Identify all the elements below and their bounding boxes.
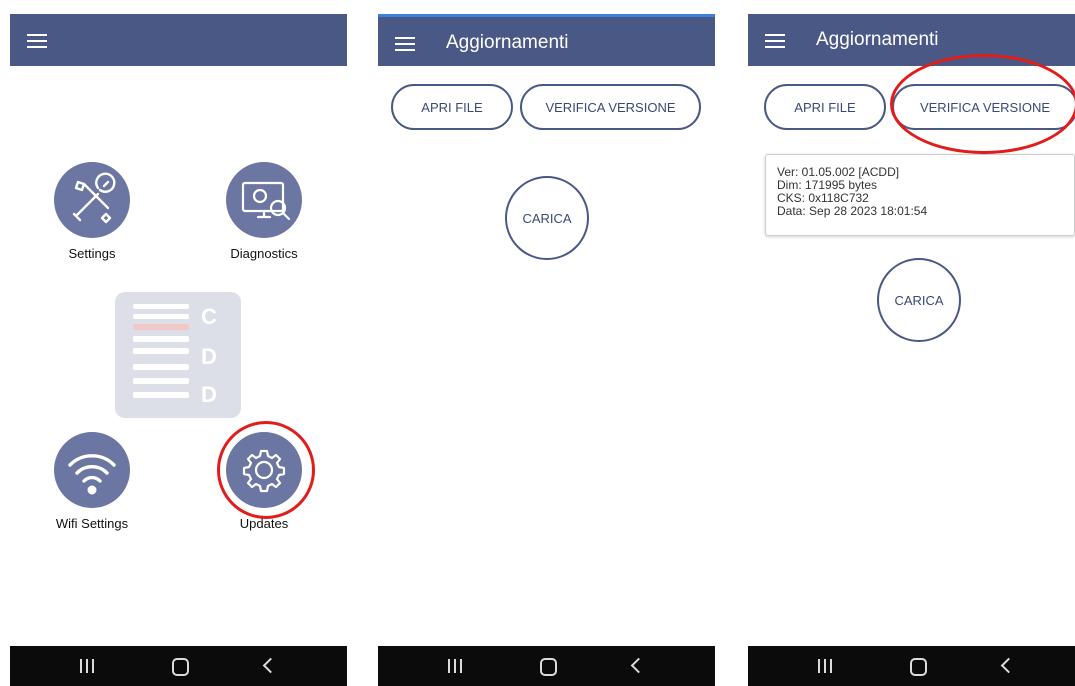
wifi-settings-label: Wifi Settings [55, 516, 129, 531]
home-icon[interactable] [910, 658, 927, 676]
highlight-circle [217, 421, 315, 519]
updates-version-screen: Aggiornamenti APRI FILE VERIFICA VERSION… [748, 14, 1075, 686]
svg-text:D: D [201, 382, 217, 407]
highlight-circle [890, 54, 1075, 154]
wifi-icon [54, 432, 130, 508]
load-button[interactable]: CARICA [505, 176, 589, 260]
hamburger-menu-icon[interactable] [27, 34, 47, 48]
recent-apps-icon[interactable] [818, 659, 832, 673]
svg-text:D: D [201, 344, 217, 369]
svg-text:C: C [201, 304, 217, 329]
tools-icon [54, 162, 130, 238]
system-nav-bar [10, 646, 347, 686]
updates-screen: Aggiornamenti APRI FILE VERIFICA VERSION… [378, 14, 715, 686]
diagnostics-label: Diagnostics [230, 246, 298, 261]
settings-label: Settings [68, 246, 116, 261]
acdd-logo: C D D [115, 292, 241, 418]
system-nav-bar [748, 646, 1075, 686]
version-info-card: Ver: 01.05.002 [ACDD] Dim: 171995 bytes … [765, 154, 1075, 236]
date-text: Data: Sep 28 2023 18:01:54 [777, 204, 928, 218]
app-bar: Aggiornamenti [748, 14, 1075, 66]
page-title: Aggiornamenti [446, 32, 569, 53]
home-icon[interactable] [540, 658, 557, 676]
back-icon[interactable] [630, 657, 647, 674]
hamburger-menu-icon[interactable] [765, 34, 785, 48]
back-icon[interactable] [262, 657, 279, 674]
open-file-button[interactable]: APRI FILE [391, 84, 513, 130]
app-bar [10, 14, 347, 66]
hamburger-menu-icon[interactable] [395, 37, 415, 51]
home-screen: Settings Diagnostics C D D Wifi Settings… [10, 14, 347, 686]
page-title: Aggiornamenti [816, 29, 939, 50]
recent-apps-icon[interactable] [448, 659, 462, 673]
back-icon[interactable] [1000, 657, 1017, 674]
open-file-button[interactable]: APRI FILE [764, 84, 886, 130]
load-button[interactable]: CARICA [877, 258, 961, 342]
system-nav-bar [378, 646, 715, 686]
app-bar: Aggiornamenti [378, 14, 715, 66]
home-icon[interactable] [172, 658, 189, 676]
recent-apps-icon[interactable] [80, 659, 94, 673]
check-version-button[interactable]: VERIFICA VERSIONE [520, 84, 701, 130]
monitor-search-icon [226, 162, 302, 238]
